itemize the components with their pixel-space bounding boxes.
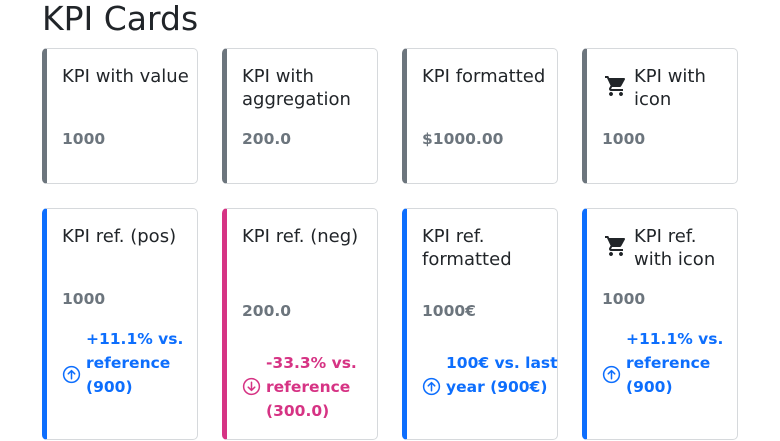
kpi-value: 200.0: [242, 302, 292, 320]
kpi-title: KPI ref. with icon: [634, 226, 716, 270]
kpi-value: 1000: [602, 290, 646, 308]
kpi-value: 1000€: [422, 302, 476, 320]
kpi-card-value: KPI with value 1000: [42, 48, 198, 184]
kpi-title: KPI with aggregation: [242, 66, 351, 110]
kpi-value: 1000: [62, 290, 106, 308]
page-title: KPI Cards: [42, 0, 199, 38]
arrow-up-circle-icon: [62, 365, 81, 384]
kpi-card-aggregation: KPI with aggregation 200.0: [222, 48, 378, 184]
kpi-reference-delta: 100€ vs. last year (900€): [446, 354, 558, 396]
kpi-title: KPI ref. (pos): [62, 226, 177, 247]
shopping-cart-icon: [605, 236, 626, 256]
kpi-card-ref-formatted: KPI ref. formatted 1000€ 100€ vs. last y…: [402, 208, 558, 440]
arrow-up-circle-icon: [422, 377, 441, 396]
kpi-card-icon: KPI with icon 1000: [582, 48, 738, 184]
kpi-value: 1000: [62, 130, 106, 148]
arrow-up-circle-icon: [602, 365, 621, 384]
kpi-reference-delta: +11.1% vs. reference (900): [86, 330, 184, 396]
kpi-reference-delta: +11.1% vs. reference (900): [626, 330, 724, 396]
kpi-card-ref-pos: KPI ref. (pos) 1000 +11.1% vs. reference…: [42, 208, 198, 440]
kpi-value: 1000: [602, 130, 646, 148]
kpi-reference-delta: -33.3% vs. reference (300.0): [266, 354, 357, 420]
arrow-down-circle-icon: [242, 377, 261, 396]
kpi-card-ref-icon: KPI ref. with icon 1000 +11.1% vs. refer…: [582, 208, 738, 440]
shopping-cart-icon: [605, 76, 626, 96]
kpi-title: KPI ref. formatted: [422, 226, 512, 270]
kpi-card-ref-neg: KPI ref. (neg) 200.0 -33.3% vs. referenc…: [222, 208, 378, 440]
kpi-value: 200.0: [242, 130, 292, 148]
kpi-title: KPI with value: [62, 66, 189, 87]
kpi-title: KPI with icon: [634, 66, 706, 110]
kpi-title: KPI ref. (neg): [242, 226, 359, 247]
kpi-card-formatted: KPI formatted $1000.00: [402, 48, 558, 184]
kpi-title: KPI formatted: [422, 66, 546, 87]
kpi-value: $1000.00: [422, 130, 504, 148]
